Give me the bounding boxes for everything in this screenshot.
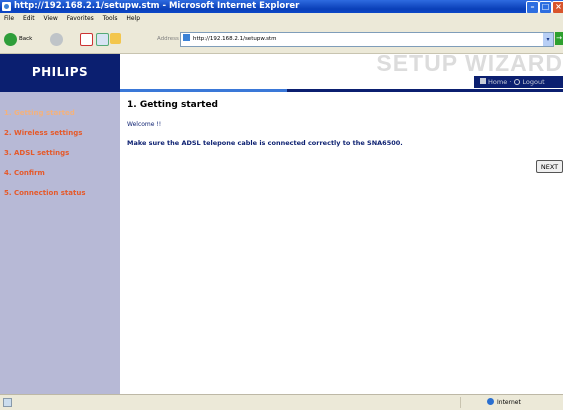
page-title: 1. Getting started bbox=[127, 100, 218, 110]
step-connection-status[interactable]: 5. Connection status bbox=[4, 189, 85, 197]
welcome-text: Welcome !! bbox=[127, 121, 162, 128]
back-arrow-icon[interactable] bbox=[4, 33, 17, 46]
page-status-icon bbox=[3, 398, 12, 407]
menu-favorites[interactable]: Favorites bbox=[67, 15, 94, 22]
status-divider bbox=[460, 397, 461, 408]
step-getting-started[interactable]: 1. Getting started bbox=[4, 109, 75, 117]
zone-label: Internet bbox=[497, 399, 521, 406]
menu-file[interactable]: File bbox=[4, 15, 14, 22]
window-title: http://192.168.2.1/setupw.stm - Microsof… bbox=[14, 1, 300, 11]
next-button[interactable]: NEXT bbox=[536, 160, 563, 173]
step-wireless-settings[interactable]: 2. Wireless settings bbox=[4, 129, 82, 137]
home-link[interactable]: Home bbox=[488, 78, 507, 86]
security-zone: Internet bbox=[487, 398, 521, 406]
address-bar[interactable]: http://192.168.2.1/setupw.stm ▾ bbox=[180, 32, 554, 47]
home-logout-bar: Home · Logout bbox=[474, 76, 563, 88]
globe-icon bbox=[487, 398, 494, 405]
main-panel: 1. Getting started Welcome !! Make sure … bbox=[120, 92, 563, 394]
nav-separator: · bbox=[509, 78, 512, 86]
logout-link[interactable]: Logout bbox=[522, 78, 544, 86]
address-label: Address bbox=[157, 36, 179, 42]
philips-logo: PHILIPS bbox=[0, 54, 120, 91]
address-dropdown-icon[interactable]: ▾ bbox=[543, 33, 553, 46]
ie-logo-icon bbox=[2, 2, 11, 11]
address-value: http://192.168.2.1/setupw.stm bbox=[193, 36, 277, 42]
back-label[interactable]: Back bbox=[19, 36, 32, 42]
menu-edit[interactable]: Edit bbox=[23, 15, 35, 22]
home-icon bbox=[480, 78, 486, 84]
menu-tools[interactable]: Tools bbox=[103, 15, 118, 22]
menu-view[interactable]: View bbox=[44, 15, 58, 22]
wizard-title: SETUP WIZARD bbox=[376, 54, 563, 76]
logout-icon bbox=[514, 79, 521, 85]
status-bar: Internet bbox=[0, 394, 563, 410]
stop-icon[interactable] bbox=[80, 33, 93, 46]
step-confirm[interactable]: 4. Confirm bbox=[4, 169, 45, 177]
refresh-icon[interactable] bbox=[96, 33, 109, 46]
forward-arrow-icon[interactable] bbox=[50, 33, 63, 46]
page-icon bbox=[183, 34, 190, 41]
page-content: PHILIPS SETUP WIZARD Home · Logout 1. Get… bbox=[0, 54, 563, 394]
instruction-text: Make sure the ADSL telepone cable is con… bbox=[127, 139, 403, 147]
menu-help[interactable]: Help bbox=[126, 15, 140, 22]
wizard-steps-sidebar: 1. Getting started 2. Wireless settings … bbox=[0, 92, 120, 394]
step-adsl-settings[interactable]: 3. ADSL settings bbox=[4, 149, 69, 157]
home-icon[interactable] bbox=[110, 33, 121, 44]
go-button[interactable]: → bbox=[555, 32, 563, 45]
toolbar: Back Address http://192.168.2.1/setupw.s… bbox=[0, 24, 563, 54]
title-bar: http://192.168.2.1/setupw.stm - Microsof… bbox=[0, 0, 563, 14]
